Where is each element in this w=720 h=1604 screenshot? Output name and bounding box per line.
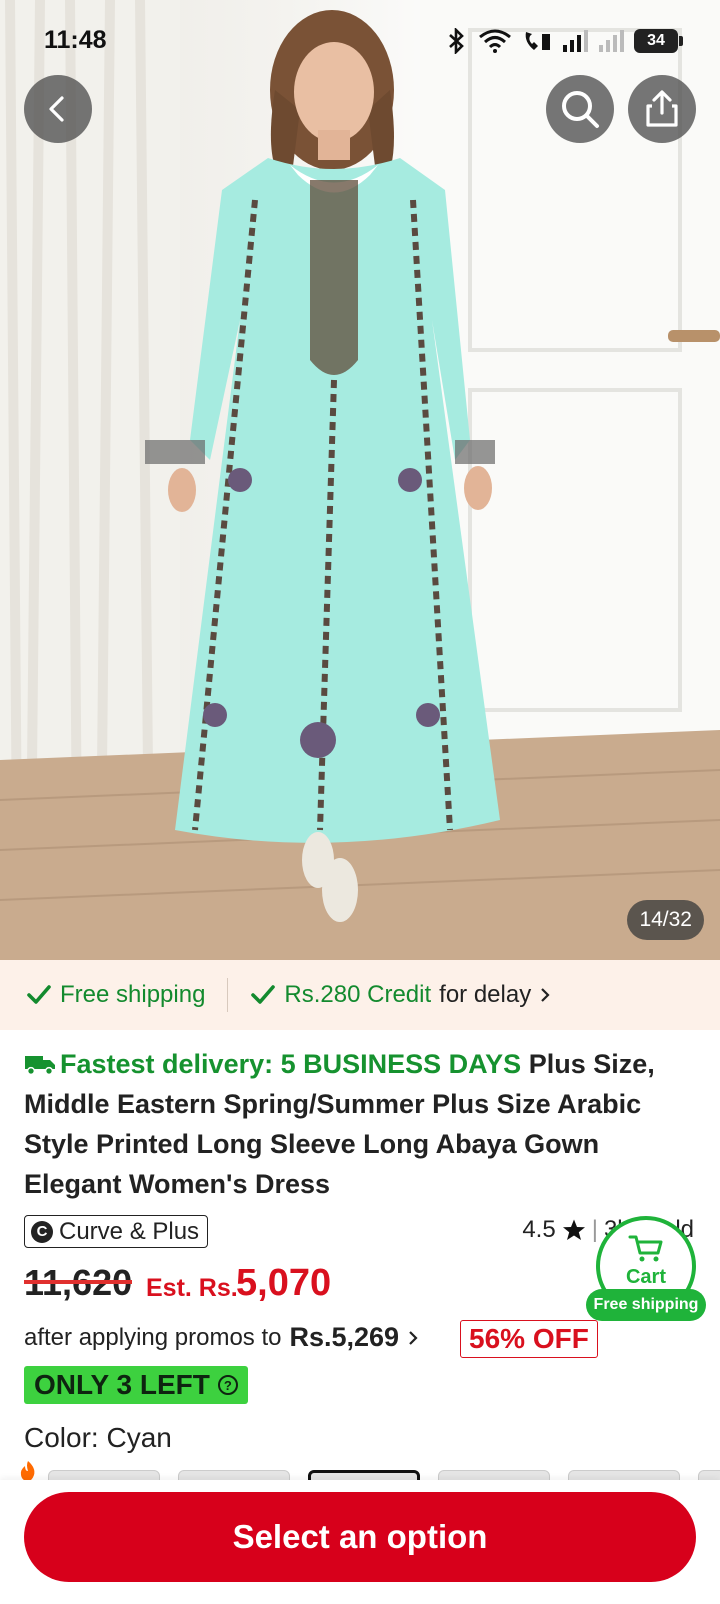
free-shipping-label: Free shipping (60, 981, 206, 1008)
brand-logo-icon: C (31, 1220, 53, 1243)
sale-price: 5,070 (236, 1262, 332, 1304)
status-time: 11:48 (44, 26, 107, 54)
check-icon (27, 985, 51, 1004)
product-photo (0, 0, 720, 960)
promo-link[interactable]: after applying promos to Rs.5,269 (24, 1322, 419, 1353)
product-title: Fastest delivery: 5 BUSINESS DAYS Plus S… (24, 1044, 696, 1204)
search-button[interactable] (546, 75, 614, 143)
truck-icon (25, 1056, 55, 1076)
bluetooth-icon (449, 28, 464, 54)
color-swatch[interactable] (568, 1470, 680, 1480)
stock-badge[interactable]: ONLY 3 LEFT ? (24, 1366, 248, 1404)
est-label: Est. Rs. (146, 1274, 238, 1302)
wifi-calling-icon (525, 32, 550, 50)
free-shipping-item: Free shipping (26, 981, 205, 1009)
promo-prefix: after applying promos to (24, 1323, 282, 1351)
image-counter: 14/32 (627, 900, 704, 940)
star-icon (562, 1219, 585, 1240)
signal-icon (563, 30, 588, 52)
color-label: Color: Cyan (24, 1422, 172, 1453)
delay-credit-link[interactable]: Rs.280 Credit for delay (250, 981, 551, 1009)
color-swatch-selected[interactable] (308, 1470, 420, 1480)
rating-separator: | (591, 1216, 598, 1243)
fastest-delivery-text: Fastest delivery: 5 BUSINESS DAYS (60, 1049, 522, 1079)
color-swatches (0, 1470, 720, 1480)
fastest-delivery: Fastest delivery: 5 BUSINESS DAYS (24, 1049, 529, 1079)
select-option-button[interactable]: Select an option (24, 1492, 696, 1582)
battery-icon: 34 (634, 29, 683, 53)
product-image[interactable]: 11:48 34 14/32 (0, 0, 720, 960)
cart-icon (628, 1235, 663, 1261)
brand-tag[interactable]: C Curve & Plus (24, 1215, 209, 1248)
color-swatch[interactable] (698, 1470, 720, 1480)
color-swatch[interactable] (48, 1470, 160, 1480)
rating-value: 4.5 (522, 1216, 556, 1243)
status-bar: 11:48 34 (0, 0, 720, 82)
stock-text: ONLY 3 LEFT (34, 1369, 210, 1400)
check-icon (251, 985, 276, 1004)
promo-price: Rs.5,269 (289, 1322, 400, 1352)
color-swatch[interactable] (178, 1470, 290, 1480)
divider (227, 978, 229, 1012)
credit-suffix: for delay (439, 981, 532, 1008)
signal-2-icon (599, 30, 624, 52)
cart-label: Cart (625, 1265, 666, 1288)
brand-name: Curve & Plus (59, 1217, 200, 1245)
help-icon: ? (217, 1375, 238, 1395)
discount-badge: 56% OFF (460, 1320, 598, 1358)
chevron-right-icon (409, 1330, 418, 1345)
share-button[interactable] (628, 75, 696, 143)
original-price: 11,620 (24, 1262, 133, 1303)
chevron-left-icon (49, 96, 64, 122)
color-swatch[interactable] (438, 1470, 550, 1480)
share-icon (646, 90, 678, 127)
status-icons: 34 (446, 28, 683, 54)
back-button[interactable] (24, 75, 92, 143)
wifi-icon (479, 29, 511, 53)
chevron-right-icon (541, 988, 550, 1002)
credit-amount: Rs.280 Credit (284, 981, 432, 1008)
cart-free-shipping-badge: Free shipping (586, 1289, 706, 1321)
bottom-action-bar: Select an option (0, 1480, 720, 1604)
search-icon (562, 91, 599, 128)
shipping-strip[interactable]: Free shipping Rs.280 Credit for delay (0, 960, 720, 1030)
